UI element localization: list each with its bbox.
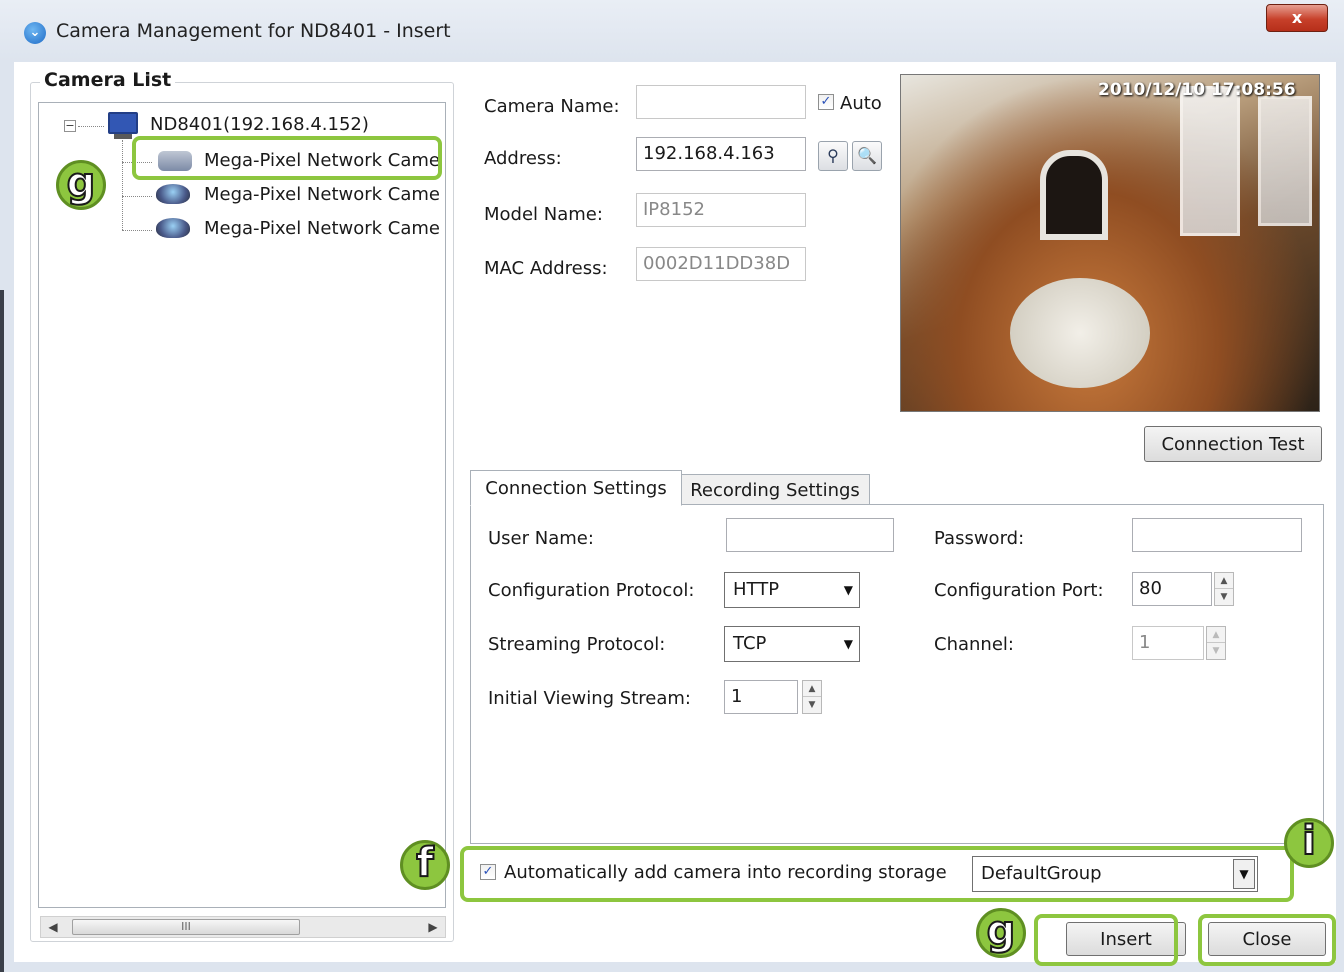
window-frame-right bbox=[1336, 62, 1344, 972]
user-name-label: User Name: bbox=[488, 528, 594, 549]
callout-badge-g-bottom: g bbox=[976, 908, 1026, 958]
user-name-field[interactable] bbox=[726, 518, 894, 552]
config-protocol-label: Configuration Protocol: bbox=[488, 580, 695, 601]
spin-up-icon: ▲ bbox=[1207, 627, 1225, 643]
tree-connector bbox=[122, 196, 152, 197]
config-port-spinner[interactable]: ▲ ▼ bbox=[1214, 572, 1234, 606]
dropdown-arrow-icon: ▼ bbox=[843, 637, 853, 651]
callout-badge-f: f bbox=[400, 840, 450, 890]
web-link-icon[interactable]: ⚲ bbox=[818, 141, 848, 171]
password-field[interactable] bbox=[1132, 518, 1302, 552]
connection-test-button[interactable]: Connection Test bbox=[1144, 426, 1322, 462]
streaming-protocol-value: TCP bbox=[733, 633, 767, 654]
streaming-protocol-label: Streaming Protocol: bbox=[488, 634, 666, 655]
scroll-left-icon[interactable]: ◀ bbox=[42, 917, 64, 937]
preview-fireplace-shape bbox=[1040, 150, 1108, 240]
channel-label: Channel: bbox=[934, 634, 1014, 655]
mac-address-label: MAC Address: bbox=[484, 258, 608, 279]
window-title: Camera Management for ND8401 - Insert bbox=[56, 20, 451, 42]
config-port-field[interactable]: 80 bbox=[1132, 572, 1212, 606]
spin-down-icon[interactable]: ▼ bbox=[803, 697, 821, 713]
tree-connector bbox=[122, 230, 152, 231]
scroll-right-icon[interactable]: ▶ bbox=[422, 917, 444, 937]
nvr-monitor-icon bbox=[108, 112, 138, 134]
mac-address-field: 0002D11DD38D bbox=[636, 247, 806, 281]
nvr-monitor-stand bbox=[114, 134, 132, 139]
highlight-close-button bbox=[1198, 914, 1336, 966]
dropdown-arrow-icon: ▼ bbox=[843, 583, 853, 597]
config-protocol-select[interactable]: HTTP ▼ bbox=[724, 572, 860, 608]
tree-connector bbox=[122, 140, 123, 230]
tab-recording-settings[interactable]: Recording Settings bbox=[680, 474, 870, 506]
address-label: Address: bbox=[484, 148, 562, 169]
initial-stream-field[interactable]: 1 bbox=[724, 680, 798, 714]
search-icon[interactable]: 🔍 bbox=[852, 141, 882, 171]
config-protocol-value: HTTP bbox=[733, 579, 780, 600]
camera-list-title: Camera List bbox=[40, 69, 176, 91]
highlight-camera-item bbox=[132, 136, 442, 180]
streaming-protocol-select[interactable]: TCP ▼ bbox=[724, 626, 860, 662]
close-window-button[interactable]: x bbox=[1266, 4, 1328, 32]
preview-timestamp: 2010/12/10 17:08:56 bbox=[1098, 80, 1296, 100]
spin-up-icon[interactable]: ▲ bbox=[1215, 573, 1233, 589]
scroll-thumb[interactable]: III bbox=[72, 919, 300, 935]
spin-up-icon[interactable]: ▲ bbox=[803, 681, 821, 697]
connection-settings-panel bbox=[470, 504, 1324, 844]
camera-list-item-3[interactable]: Mega-Pixel Network Came bbox=[204, 218, 440, 239]
address-field[interactable]: 192.168.4.163 bbox=[636, 137, 806, 171]
auto-name-label: Auto bbox=[840, 93, 882, 114]
spin-down-icon[interactable]: ▼ bbox=[1215, 589, 1233, 605]
config-port-label: Configuration Port: bbox=[934, 580, 1104, 601]
highlight-insert-button bbox=[1034, 914, 1178, 966]
preview-window-shape bbox=[1180, 86, 1240, 236]
tree-connector bbox=[78, 126, 104, 127]
spin-down-icon: ▼ bbox=[1212, 646, 1220, 656]
highlight-auto-add-row bbox=[460, 846, 1294, 902]
background-window-edge bbox=[0, 290, 4, 972]
dome-camera-icon bbox=[156, 218, 190, 238]
channel-spinner: ▲ ▼ bbox=[1206, 626, 1226, 660]
password-label: Password: bbox=[934, 528, 1025, 549]
initial-stream-label: Initial Viewing Stream: bbox=[488, 688, 691, 709]
callout-badge-g-top: g bbox=[56, 160, 106, 210]
tab-connection-settings[interactable]: Connection Settings bbox=[470, 470, 682, 506]
dome-camera-icon bbox=[156, 184, 190, 204]
preview-window-shape bbox=[1258, 96, 1312, 226]
preview-sofa-shape bbox=[1010, 278, 1150, 388]
chevron-logo-icon: ⌄ bbox=[24, 22, 46, 44]
model-name-field: IP8152 bbox=[636, 193, 806, 227]
collapse-toggle-icon[interactable]: − bbox=[64, 120, 76, 132]
camera-name-label: Camera Name: bbox=[484, 96, 620, 117]
initial-stream-spinner[interactable]: ▲ ▼ bbox=[802, 680, 822, 714]
channel-field: 1 bbox=[1132, 626, 1204, 660]
callout-badge-i: i bbox=[1284, 818, 1334, 868]
tree-root-label[interactable]: ND8401(192.168.4.152) bbox=[150, 114, 369, 135]
camera-name-field[interactable] bbox=[636, 85, 806, 119]
camera-list-item-2[interactable]: Mega-Pixel Network Came bbox=[204, 184, 440, 205]
model-name-label: Model Name: bbox=[484, 204, 603, 225]
auto-name-checkbox[interactable]: ✓ bbox=[818, 94, 834, 110]
